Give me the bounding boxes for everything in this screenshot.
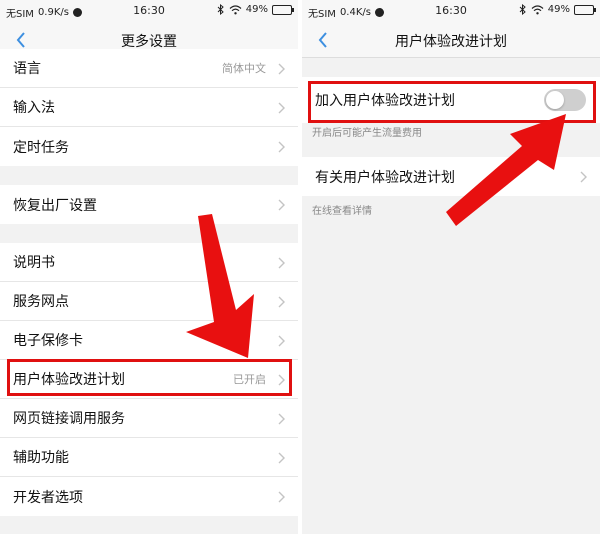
accessibility-row[interactable]: 辅助功能 — [0, 438, 298, 477]
chevron-right-icon — [278, 374, 285, 386]
toggle-knob — [546, 91, 564, 109]
join-program-row[interactable]: 加入用户体验改进计划 — [302, 77, 600, 123]
join-program-label: 加入用户体验改进计划 — [315, 93, 455, 109]
web-link-service-label: 网页链接调用服务 — [13, 411, 125, 427]
chevron-right-icon — [278, 141, 285, 153]
join-program-group: 加入用户体验改进计划 — [302, 77, 600, 123]
chevron-right-icon — [278, 491, 285, 503]
factory-reset-row[interactable]: 恢复出厂设置 — [0, 185, 298, 224]
input-method-label: 输入法 — [13, 100, 55, 116]
chevron-right-icon — [278, 63, 285, 75]
battery-percent: 49% — [245, 4, 268, 15]
more-settings-screen: 无SIM 0.9K/s 16:30 49% 更多设置 语言 简体中文 输入法 定… — [0, 0, 298, 534]
chevron-right-icon — [278, 102, 285, 114]
page-title: 用户体验改进计划 — [395, 34, 507, 50]
about-program-row[interactable]: 有关用户体验改进计划 — [302, 157, 600, 196]
about-program-group: 有关用户体验改进计划 — [302, 157, 600, 196]
developer-options-row[interactable]: 开发者选项 — [0, 477, 298, 516]
bluetooth-icon — [217, 4, 224, 15]
wifi-icon — [531, 4, 544, 14]
chevron-right-icon — [278, 296, 285, 308]
battery-percent: 49% — [547, 4, 570, 15]
ux-program-screen: 无SIM 0.4K/s 16:30 49% 用户体验改进计划 加入用户体验改进计… — [302, 0, 600, 534]
about-program-label: 有关用户体验改进计划 — [315, 169, 455, 186]
manual-row[interactable]: 说明书 — [0, 243, 298, 282]
bluetooth-icon — [519, 4, 526, 15]
manual-label: 说明书 — [13, 255, 55, 271]
developer-options-label: 开发者选项 — [13, 489, 83, 506]
status-bar: 无SIM 0.9K/s 16:30 49% — [0, 0, 298, 22]
settings-group-about: 说明书 服务网点 电子保修卡 用户体验改进计划 已开启 网页链接调用服务 辅助功… — [0, 243, 298, 516]
chevron-right-icon — [278, 335, 285, 347]
language-label: 语言 — [13, 61, 41, 77]
warranty-card-row[interactable]: 电子保修卡 — [0, 321, 298, 360]
page-title: 更多设置 — [121, 34, 177, 50]
join-program-hint: 开启后可能产生流量费用 — [312, 128, 422, 139]
scheduled-tasks-row[interactable]: 定时任务 — [0, 127, 298, 166]
join-program-toggle[interactable] — [544, 89, 586, 111]
battery-icon — [272, 4, 294, 15]
web-link-service-row[interactable]: 网页链接调用服务 — [0, 399, 298, 438]
language-row[interactable]: 语言 简体中文 — [0, 49, 298, 88]
about-program-hint: 在线查看详情 — [312, 206, 372, 217]
chevron-right-icon — [580, 171, 587, 183]
accessibility-label: 辅助功能 — [13, 450, 69, 466]
scheduled-tasks-label: 定时任务 — [13, 139, 69, 156]
warranty-card-label: 电子保修卡 — [13, 333, 83, 349]
service-outlets-label: 服务网点 — [13, 294, 69, 310]
ux-program-label: 用户体验改进计划 — [13, 372, 125, 388]
nav-bar: 用户体验改进计划 — [302, 22, 600, 58]
ux-program-status: 已开启 — [233, 373, 266, 386]
language-value: 简体中文 — [222, 62, 266, 75]
input-method-row[interactable]: 输入法 — [0, 88, 298, 127]
chevron-right-icon — [278, 413, 285, 425]
settings-group-input: 语言 简体中文 输入法 定时任务 — [0, 49, 298, 166]
ux-program-row[interactable]: 用户体验改进计划 已开启 — [0, 360, 298, 399]
chevron-right-icon — [278, 452, 285, 464]
wifi-icon — [229, 4, 242, 14]
settings-group-reset: 恢复出厂设置 — [0, 185, 298, 224]
service-outlets-row[interactable]: 服务网点 — [0, 282, 298, 321]
battery-icon — [574, 4, 596, 15]
factory-reset-label: 恢复出厂设置 — [13, 197, 97, 214]
status-bar: 无SIM 0.4K/s 16:30 49% — [302, 0, 600, 22]
chevron-right-icon — [278, 257, 285, 269]
chevron-right-icon — [278, 199, 285, 211]
